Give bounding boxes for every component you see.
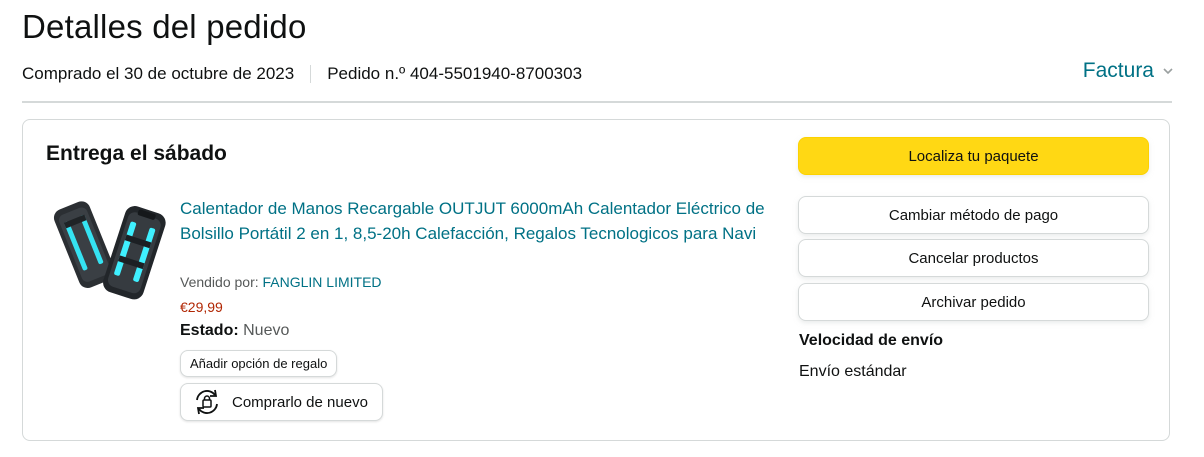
product-price: €29,99: [180, 299, 223, 315]
cancel-items-button[interactable]: Cancelar productos: [798, 239, 1149, 277]
shipping-speed-label: Velocidad de envío: [799, 332, 944, 349]
invoice-label[interactable]: Factura: [1083, 59, 1154, 83]
invoice-dropdown[interactable]: Factura: [1083, 59, 1174, 83]
purchase-date: Comprado el 30 de octubre de 2023: [22, 64, 295, 83]
seller-line: Vendido por: FANGLIN LIMITED: [180, 274, 382, 290]
condition-label: Estado:: [180, 322, 239, 339]
seller-link[interactable]: FANGLIN LIMITED: [263, 274, 382, 290]
add-gift-option-button[interactable]: Añadir opción de regalo: [180, 350, 338, 377]
product-condition: Estado: Nuevo: [180, 322, 289, 340]
buy-again-label[interactable]: Comprarlo de nuevo: [232, 394, 368, 411]
track-package-button[interactable]: Localiza tu paquete: [798, 137, 1149, 175]
change-payment-button[interactable]: Cambiar método de pago: [798, 196, 1149, 234]
seller-prefix: Vendido por:: [180, 274, 259, 290]
condition-value: Nuevo: [243, 322, 290, 339]
order-number: Pedido n.º 404-5501940-8700303: [327, 64, 583, 83]
delivery-title: Entrega el sábado: [46, 142, 227, 165]
chevron-down-icon[interactable]: [1162, 65, 1174, 77]
shipping-speed-value: Envío estándar: [799, 363, 907, 380]
page-title: Detalles del pedido: [22, 8, 307, 45]
archive-order-button[interactable]: Archivar pedido: [798, 283, 1149, 321]
hand-warmer-product-image[interactable]: [49, 190, 171, 312]
rebuy-cycle-icon: [196, 389, 218, 415]
meta-divider: [310, 65, 312, 83]
buy-again-button[interactable]: Comprarlo de nuevo: [180, 383, 383, 421]
shipment-card: Entrega el sábado Calentador de Manos Re…: [22, 119, 1170, 441]
order-meta: Comprado el 30 de octubre de 2023 Pedido…: [22, 64, 582, 84]
header-divider: [22, 101, 1172, 103]
product-title-link[interactable]: Calentador de Manos Recargable OUTJUT 60…: [180, 196, 770, 246]
